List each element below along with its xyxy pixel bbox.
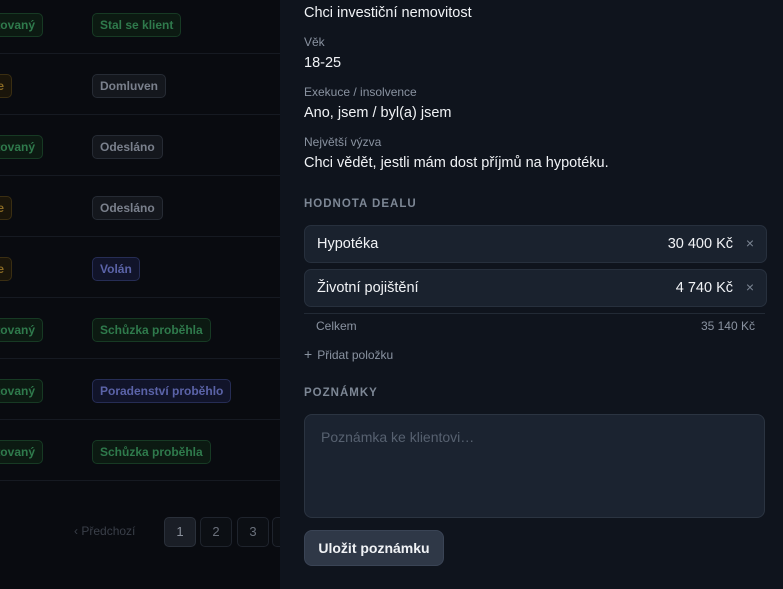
stage-badge: Volán [92,257,140,281]
stage-badge: Schůzka proběhla [92,440,211,464]
deal-item[interactable]: Životní pojištění 4 740 Kč × [304,269,767,307]
add-item-button[interactable]: + Přidat položku [304,346,393,362]
age-value: 18-25 [304,55,342,71]
stage-badge: Odesláno [92,135,163,159]
status-badge: ktovaný [0,13,43,37]
execution-value: Ano, jsem / byl(a) jsem [304,105,452,121]
prev-page-label: Předchozí [81,524,136,538]
deal-item-name: Životní pojištění [317,280,419,296]
status-badge: ktovaný [0,318,43,342]
deal-item-amount: 30 400 Kč [667,236,733,252]
notes-heading: POZNÁMKY [304,387,378,399]
table-row[interactable]: ktovaný Odesláno [0,114,280,176]
total-divider [304,313,765,314]
lead-detail-drawer: Chci investiční nemovitost Věk 18-25 Exe… [280,0,783,589]
status-badge: e [0,74,12,98]
status-badge: e [0,196,12,220]
save-note-button[interactable]: Uložit poznámku [304,530,444,566]
table-row[interactable]: e Odesláno [0,175,280,237]
stage-badge: Schůzka proběhla [92,318,211,342]
total-label: Celkem [316,319,357,333]
table-row[interactable]: e Domluven [0,53,280,115]
page-button[interactable]: 2 [200,517,232,547]
table-row[interactable]: ktovaný Schůzka proběhla [0,419,280,481]
total-value: 35 140 Kč [700,319,755,333]
page-button[interactable]: 3 [237,517,269,547]
status-badge: e [0,257,12,281]
note-input[interactable] [304,414,765,518]
plus-icon: + [304,346,313,362]
table-row[interactable]: ktovaný Schůzka proběhla [0,297,280,359]
page-button[interactable] [272,517,280,547]
leads-table-backdrop: ktovaný Stal se klient e Domluven ktovaný Ode… [0,0,280,589]
table-row[interactable]: ktovaný Stal se klient [0,0,280,54]
table-row[interactable]: ktovaný Poradenství proběhlo [0,358,280,420]
stage-badge: Stal se klient [92,13,182,37]
deal-item-amount: 4 740 Kč [675,280,733,296]
status-badge: ktovaný [0,440,43,464]
age-label: Věk [304,35,325,49]
goal-value: Chci investiční nemovitost [304,5,472,21]
remove-icon[interactable]: × [746,235,754,251]
remove-icon[interactable]: × [746,279,754,295]
stage-badge: Domluven [92,74,167,98]
deal-item-name: Hypotéka [317,236,379,252]
deal-value-heading: HODNOTA DEALU [304,198,417,210]
status-badge: ktovaný [0,135,43,159]
stage-badge: Odesláno [92,196,163,220]
deal-item[interactable]: Hypotéka 30 400 Kč × [304,225,767,263]
stage-badge: Poradenství proběhlo [92,379,232,403]
challenge-label: Největší výzva [304,135,382,149]
page-button[interactable]: 1 [164,517,196,547]
pagination: ‹ Předchozí 1 2 3 [0,517,280,547]
add-item-label: Přidat položku [317,348,394,362]
status-badge: ktovaný [0,379,43,403]
execution-label: Exekuce / insolvence [304,85,417,99]
table-row[interactable]: e Volán [0,236,280,298]
prev-page-button[interactable]: ‹ Předchozí [74,524,135,538]
challenge-value: Chci vědět, jestli mám dost příjmů na hy… [304,155,609,171]
